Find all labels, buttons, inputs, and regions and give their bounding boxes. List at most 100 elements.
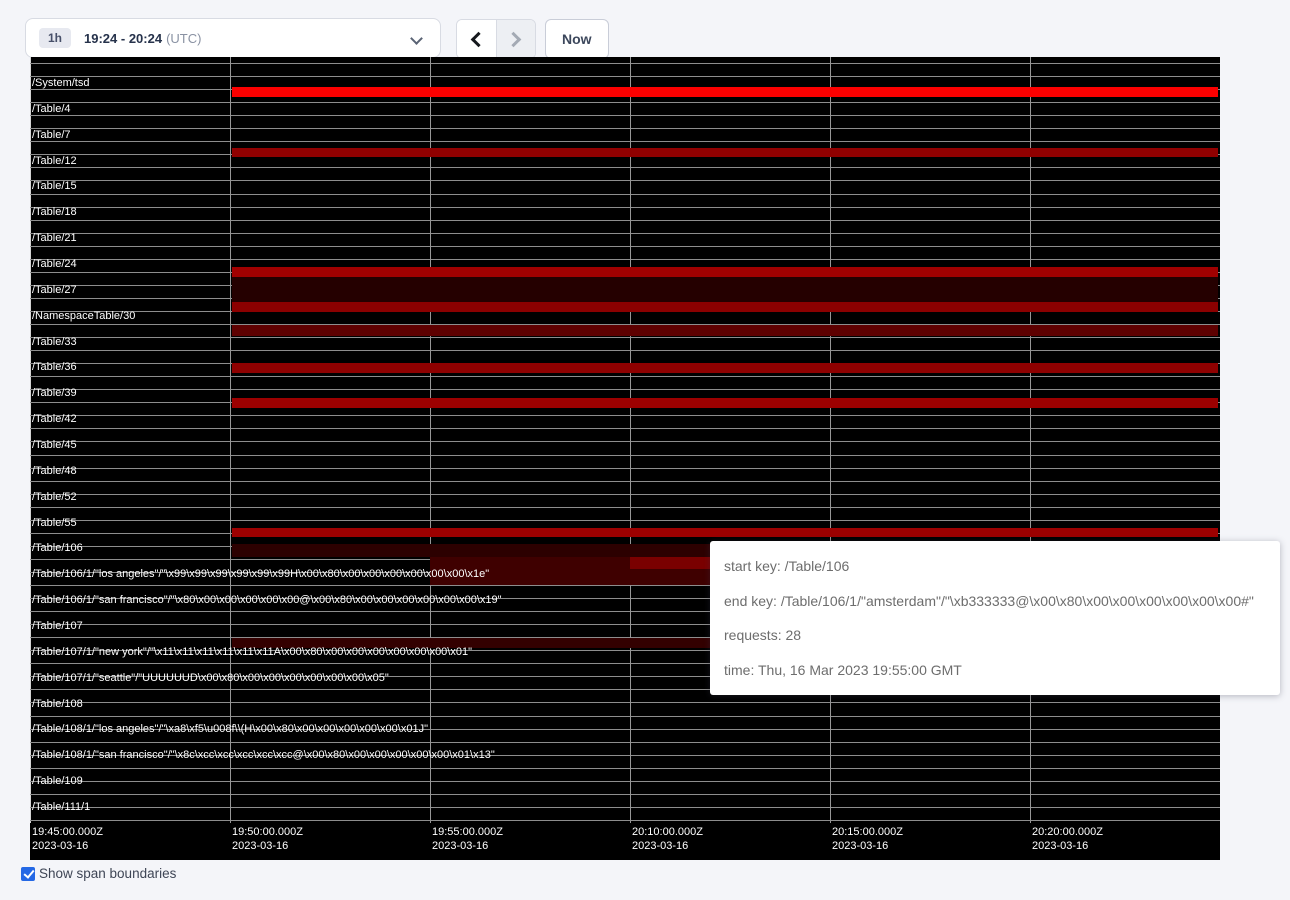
row-key-label: /Table/107/1/"new york"/"\x11\x11\x11\x1… <box>32 646 472 658</box>
x-axis-time: 19:50:00.000Z <box>232 825 303 839</box>
tooltip-requests: requests: 28 <box>724 618 1266 653</box>
x-axis-label: 19:55:00.000Z2023-03-16 <box>432 825 503 853</box>
show-span-boundaries-label: Show span boundaries <box>39 866 176 881</box>
time-range-text: 19:24 - 20:24 <box>84 31 162 46</box>
row-key-label: /Table/106/1/"san francisco"/"\x80\x00\x… <box>32 594 502 606</box>
span-boundary-line <box>30 115 1220 116</box>
row-key-label: /Table/24 <box>32 258 77 270</box>
span-boundary-line <box>30 246 1220 247</box>
span-boundary-line <box>30 180 1220 181</box>
span-boundary-line <box>30 820 1220 821</box>
span-boundary-line <box>30 455 1220 456</box>
x-axis-date: 2023-03-16 <box>832 839 903 853</box>
heat-band[interactable] <box>232 528 1218 537</box>
x-axis-label: 20:20:00.000Z2023-03-16 <box>1032 825 1103 853</box>
heat-band[interactable] <box>232 325 1218 336</box>
row-key-label: /Table/18 <box>32 206 77 218</box>
row-key-label: /Table/39 <box>32 387 77 399</box>
span-boundary-line <box>30 167 1220 168</box>
key-visualizer-heatmap[interactable]: /System/tsd/Table/4/Table/7/Table/12/Tab… <box>30 57 1220 860</box>
checkmark-icon <box>23 867 34 879</box>
time-bucket-line <box>430 57 431 823</box>
span-tooltip: start key: /Table/106 end key: /Table/10… <box>710 541 1280 695</box>
heat-band[interactable] <box>232 398 1218 408</box>
time-range-preset-chip: 1h <box>39 28 71 48</box>
span-boundary-line <box>30 468 1220 469</box>
x-axis-date: 2023-03-16 <box>632 839 703 853</box>
span-boundary-line <box>30 428 1220 429</box>
row-key-label: /Table/7 <box>32 129 71 141</box>
time-range-timezone: (UTC) <box>166 31 201 46</box>
row-key-label: /Table/27 <box>32 284 77 296</box>
time-bucket-line <box>630 57 631 823</box>
span-boundary-line <box>30 807 1220 808</box>
row-key-label: /Table/36 <box>32 361 77 373</box>
x-axis-date: 2023-03-16 <box>232 839 303 853</box>
row-key-label: /Table/108/1/"san francisco"/"\x8c\xcc\x… <box>32 749 495 761</box>
row-key-label: /Table/106/1/"los angeles"/"\x99\x99\x99… <box>32 568 489 580</box>
row-key-label: /Table/12 <box>32 155 77 167</box>
row-key-label: /Table/108 <box>32 698 83 710</box>
span-boundary-line <box>30 63 1220 64</box>
row-key-label: /Table/55 <box>32 517 77 529</box>
row-key-label: /Table/45 <box>32 439 77 451</box>
span-boundary-line <box>30 794 1220 795</box>
row-key-label: /Table/48 <box>32 465 77 477</box>
heat-band[interactable] <box>232 363 1218 373</box>
span-boundary-line <box>30 389 1220 390</box>
span-boundary-line <box>30 76 1220 77</box>
time-bucket-line <box>1030 57 1031 823</box>
heat-band[interactable] <box>232 302 1218 312</box>
span-boundary-line <box>30 220 1220 221</box>
span-boundary-line <box>30 742 1220 743</box>
span-boundary-line <box>30 781 1220 782</box>
x-axis-date: 2023-03-16 <box>1032 839 1103 853</box>
span-boundary-line <box>30 194 1220 195</box>
row-key-label: /Table/33 <box>32 336 77 348</box>
row-key-label: /System/tsd <box>32 77 89 89</box>
span-boundary-line <box>30 768 1220 769</box>
span-boundary-line <box>30 481 1220 482</box>
x-axis-date: 2023-03-16 <box>432 839 503 853</box>
next-window-button[interactable] <box>497 20 536 58</box>
heat-band[interactable] <box>232 277 1218 302</box>
tooltip-start-key: start key: /Table/106 <box>724 549 1266 584</box>
row-key-label: /Table/42 <box>32 413 77 425</box>
span-boundary-line <box>30 441 1220 442</box>
tooltip-time: time: Thu, 16 Mar 2023 19:55:00 GMT <box>724 653 1266 688</box>
span-boundary-line <box>30 415 1220 416</box>
now-button[interactable]: Now <box>545 19 609 59</box>
row-key-label: /Table/107/1/"seattle"/"UUUUUUD\x00\x80\… <box>32 672 389 684</box>
span-boundary-line <box>30 141 1220 142</box>
span-boundary-line <box>30 207 1220 208</box>
time-bucket-line <box>230 57 231 823</box>
span-boundary-line <box>30 233 1220 234</box>
heat-band[interactable] <box>232 267 1218 277</box>
heat-band[interactable] <box>232 148 1218 157</box>
span-boundary-line <box>30 716 1220 717</box>
row-key-label: /NamespaceTable/30 <box>32 310 135 322</box>
row-key-label: /Table/4 <box>32 103 71 115</box>
tooltip-end-key: end key: /Table/106/1/"amsterdam"/"\xb33… <box>724 584 1266 619</box>
span-boundary-line <box>30 507 1220 508</box>
row-key-label: /Table/52 <box>32 491 77 503</box>
row-key-label: /Table/21 <box>32 232 77 244</box>
time-bucket-line <box>830 57 831 823</box>
span-boundary-line <box>30 494 1220 495</box>
time-range-selector[interactable]: 1h 19:24 - 20:24 (UTC) <box>25 18 441 58</box>
previous-window-button[interactable] <box>457 20 497 58</box>
span-boundaries-row: Show span boundaries <box>21 866 176 881</box>
x-axis-time: 19:55:00.000Z <box>432 825 503 839</box>
span-boundary-line <box>30 337 1220 338</box>
row-key-label: /Table/109 <box>32 775 83 787</box>
row-key-label: /Table/107 <box>32 620 83 632</box>
row-key-label: /Table/106 <box>32 542 83 554</box>
span-boundary-line <box>30 702 1220 703</box>
show-span-boundaries-checkbox[interactable] <box>21 867 35 881</box>
chevron-right-icon <box>506 31 522 47</box>
x-axis-time: 20:15:00.000Z <box>832 825 903 839</box>
row-key-label: /Table/111/1 <box>32 801 90 813</box>
span-boundary-line <box>30 102 1220 103</box>
x-axis-label: 19:50:00.000Z2023-03-16 <box>232 825 303 853</box>
heat-band[interactable] <box>232 87 1218 97</box>
